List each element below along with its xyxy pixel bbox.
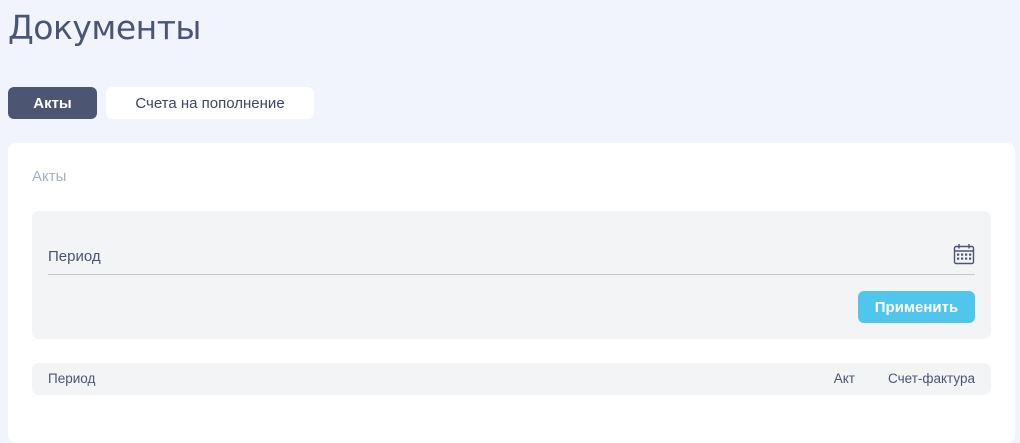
acts-card: Акты Период Применить Период Акт Счет-фа… [8, 143, 1015, 443]
column-act: Акт [833, 371, 855, 386]
table-header: Период Акт Счет-фактура [32, 363, 991, 395]
card-title: Акты [32, 168, 67, 185]
period-field[interactable]: Период [48, 240, 975, 275]
tab-acts[interactable]: Акты [8, 87, 97, 119]
calendar-icon[interactable] [953, 243, 975, 265]
document-tabs: Акты Счета на пополнение [8, 87, 314, 119]
column-invoice: Счет-фактура [888, 371, 975, 386]
page-title: Документы [8, 8, 201, 47]
apply-button[interactable]: Применить [858, 291, 975, 323]
filter-panel: Период Применить [32, 211, 991, 339]
period-label: Период [48, 248, 101, 265]
column-period: Период [48, 371, 96, 386]
tab-top-up-invoices[interactable]: Счета на пополнение [106, 87, 314, 119]
